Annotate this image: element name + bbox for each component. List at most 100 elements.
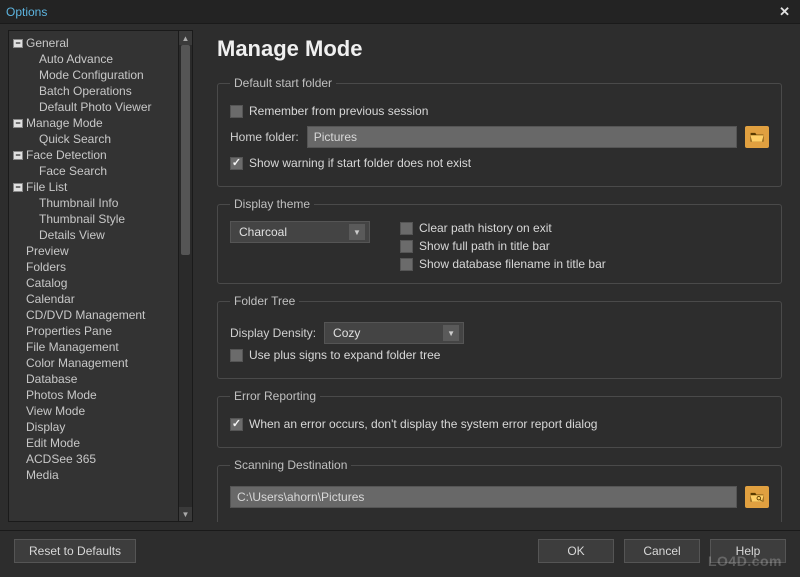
tree-item[interactable]: Media — [13, 467, 176, 483]
tree-item-label: Properties Pane — [26, 323, 112, 339]
tree-item[interactable]: Catalog — [13, 275, 176, 291]
tree-item[interactable]: Auto Advance — [13, 51, 176, 67]
tree-item[interactable]: Batch Operations — [13, 83, 176, 99]
full-path-checkbox[interactable]: Show full path in title bar — [400, 239, 606, 253]
window-title: Options — [6, 5, 47, 19]
footer: Reset to Defaults OK Cancel Help — [0, 530, 800, 570]
tree-item-label: Quick Search — [39, 131, 111, 147]
theme-value: Charcoal — [239, 225, 287, 239]
tree-item[interactable]: Face Search — [13, 163, 176, 179]
ok-button[interactable]: OK — [538, 539, 614, 563]
tree-item-label: Edit Mode — [26, 435, 80, 451]
tree-item[interactable]: Folders — [13, 259, 176, 275]
tree-item[interactable]: Properties Pane — [13, 323, 176, 339]
scroll-up-icon[interactable]: ▲ — [179, 31, 192, 45]
tree-item-label: Preview — [26, 243, 69, 259]
options-tree[interactable]: −GeneralAuto AdvanceMode ConfigurationBa… — [9, 31, 178, 521]
tree-item[interactable]: Calendar — [13, 291, 176, 307]
tree-item-label: Manage Mode — [26, 115, 103, 131]
tree-item-label: General — [26, 35, 69, 51]
show-warning-label: Show warning if start folder does not ex… — [249, 156, 471, 170]
main: −GeneralAuto AdvanceMode ConfigurationBa… — [0, 24, 800, 530]
tree-item[interactable]: Edit Mode — [13, 435, 176, 451]
collapse-icon[interactable]: − — [13, 151, 23, 160]
tree-scrollbar[interactable]: ▲ ▼ — [178, 31, 192, 521]
collapse-icon[interactable]: − — [13, 183, 23, 192]
tree-item-label: Batch Operations — [39, 83, 132, 99]
chevron-down-icon: ▼ — [349, 224, 365, 240]
content-pane: Manage Mode Default start folder Remembe… — [201, 30, 792, 522]
reset-defaults-button[interactable]: Reset to Defaults — [14, 539, 136, 563]
tree-item-label: ACDSee 365 — [26, 451, 96, 467]
tree-item-label: Details View — [39, 227, 105, 243]
group-display-theme: Display theme Charcoal ▼ Clear path hist… — [217, 197, 782, 284]
tree-item[interactable]: Color Management — [13, 355, 176, 371]
titlebar: Options ✕ — [0, 0, 800, 24]
close-icon[interactable]: ✕ — [775, 4, 794, 20]
legend-start-folder: Default start folder — [230, 76, 336, 90]
tree-item-label: Media — [26, 467, 59, 483]
plus-signs-checkbox[interactable]: Use plus signs to expand folder tree — [230, 348, 440, 362]
density-select[interactable]: Cozy ▼ — [324, 322, 464, 344]
tree-item[interactable]: Database — [13, 371, 176, 387]
tree-item[interactable]: Thumbnail Info — [13, 195, 176, 211]
tree-item[interactable]: CD/DVD Management — [13, 307, 176, 323]
suppress-error-checkbox[interactable]: When an error occurs, don't display the … — [230, 417, 597, 431]
tree-item[interactable]: View Mode — [13, 403, 176, 419]
clear-history-checkbox[interactable]: Clear path history on exit — [400, 221, 606, 235]
tree-item[interactable]: Photos Mode — [13, 387, 176, 403]
tree-item-label: Mode Configuration — [39, 67, 144, 83]
tree-item[interactable]: ACDSee 365 — [13, 451, 176, 467]
group-folder-tree: Folder Tree Display Density: Cozy ▼ Use … — [217, 294, 782, 379]
tree-item-label: Calendar — [26, 291, 75, 307]
density-label: Display Density: — [230, 326, 316, 340]
density-value: Cozy — [333, 326, 360, 340]
tree-item-label: Photos Mode — [26, 387, 97, 403]
scroll-thumb[interactable] — [181, 45, 190, 255]
scanning-path-input[interactable] — [230, 486, 737, 508]
theme-select[interactable]: Charcoal ▼ — [230, 221, 370, 243]
group-scanning-destination: Scanning Destination — [217, 458, 782, 522]
folder-icon — [750, 131, 764, 143]
db-filename-checkbox[interactable]: Show database filename in title bar — [400, 257, 606, 271]
scroll-down-icon[interactable]: ▼ — [179, 507, 192, 521]
tree-item-label: Auto Advance — [39, 51, 113, 67]
tree-item[interactable]: Default Photo Viewer — [13, 99, 176, 115]
tree-item[interactable]: −Face Detection — [13, 147, 176, 163]
tree-item-label: Color Management — [26, 355, 128, 371]
tree-item[interactable]: Details View — [13, 227, 176, 243]
home-folder-input[interactable] — [307, 126, 737, 148]
collapse-icon[interactable]: − — [13, 39, 23, 48]
group-start-folder: Default start folder Remember from previ… — [217, 76, 782, 187]
group-error-reporting: Error Reporting When an error occurs, do… — [217, 389, 782, 448]
tree-item-label: Default Photo Viewer — [39, 99, 152, 115]
tree-item[interactable]: Quick Search — [13, 131, 176, 147]
tree-item-label: Folders — [26, 259, 66, 275]
legend-folder-tree: Folder Tree — [230, 294, 299, 308]
legend-display-theme: Display theme — [230, 197, 314, 211]
tree-item[interactable]: File Management — [13, 339, 176, 355]
tree-item[interactable]: −File List — [13, 179, 176, 195]
tree-item[interactable]: Mode Configuration — [13, 67, 176, 83]
tree-item[interactable]: −Manage Mode — [13, 115, 176, 131]
options-tree-pane: −GeneralAuto AdvanceMode ConfigurationBa… — [8, 30, 193, 522]
tree-item[interactable]: −General — [13, 35, 176, 51]
home-folder-label: Home folder: — [230, 130, 299, 144]
tree-item[interactable]: Preview — [13, 243, 176, 259]
legend-error-reporting: Error Reporting — [230, 389, 320, 403]
collapse-icon[interactable]: − — [13, 119, 23, 128]
tree-item-label: File List — [26, 179, 67, 195]
browse-home-folder-button[interactable] — [745, 126, 769, 148]
tree-item[interactable]: Display — [13, 419, 176, 435]
tree-item[interactable]: Thumbnail Style — [13, 211, 176, 227]
remember-session-checkbox[interactable]: Remember from previous session — [230, 104, 428, 118]
cancel-button[interactable]: Cancel — [624, 539, 700, 563]
browse-scan-folder-button[interactable] — [745, 486, 769, 508]
legend-scanning: Scanning Destination — [230, 458, 351, 472]
tree-item-label: Display — [26, 419, 65, 435]
tree-item-label: CD/DVD Management — [26, 307, 145, 323]
help-button[interactable]: Help — [710, 539, 786, 563]
tree-item-label: Thumbnail Info — [39, 195, 118, 211]
remember-session-label: Remember from previous session — [249, 104, 428, 118]
show-warning-checkbox[interactable]: Show warning if start folder does not ex… — [230, 156, 471, 170]
